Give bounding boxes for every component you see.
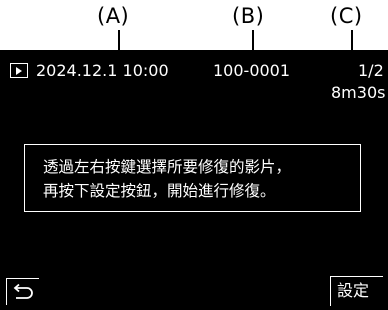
camera-screen: 2024.12.1 10:00 100-0001 1/2 8m30s 透過左右按… bbox=[0, 50, 388, 310]
instruction-line-1: 透過左右按鍵選擇所要修復的影片， bbox=[43, 158, 292, 176]
back-button[interactable] bbox=[6, 278, 39, 305]
instruction-message: 透過左右按鍵選擇所要修復的影片， 再按下設定按鈕，開始進行修復。 bbox=[24, 144, 361, 212]
file-number: 100-0001 bbox=[213, 61, 291, 80]
return-arrow-icon bbox=[13, 283, 33, 299]
recording-datetime: 2024.12.1 10:00 bbox=[36, 61, 169, 80]
callout-label-c: (C) bbox=[330, 4, 363, 28]
set-button[interactable]: 設定 bbox=[330, 276, 383, 306]
playback-icon bbox=[10, 63, 28, 78]
page-indicator: 1/2 bbox=[358, 61, 384, 80]
callout-label-a: (A) bbox=[97, 4, 130, 28]
callout-label-b: (B) bbox=[232, 4, 265, 28]
recording-duration: 8m30s bbox=[331, 83, 386, 102]
instruction-line-2: 再按下設定按鈕，開始進行修復。 bbox=[43, 182, 276, 200]
